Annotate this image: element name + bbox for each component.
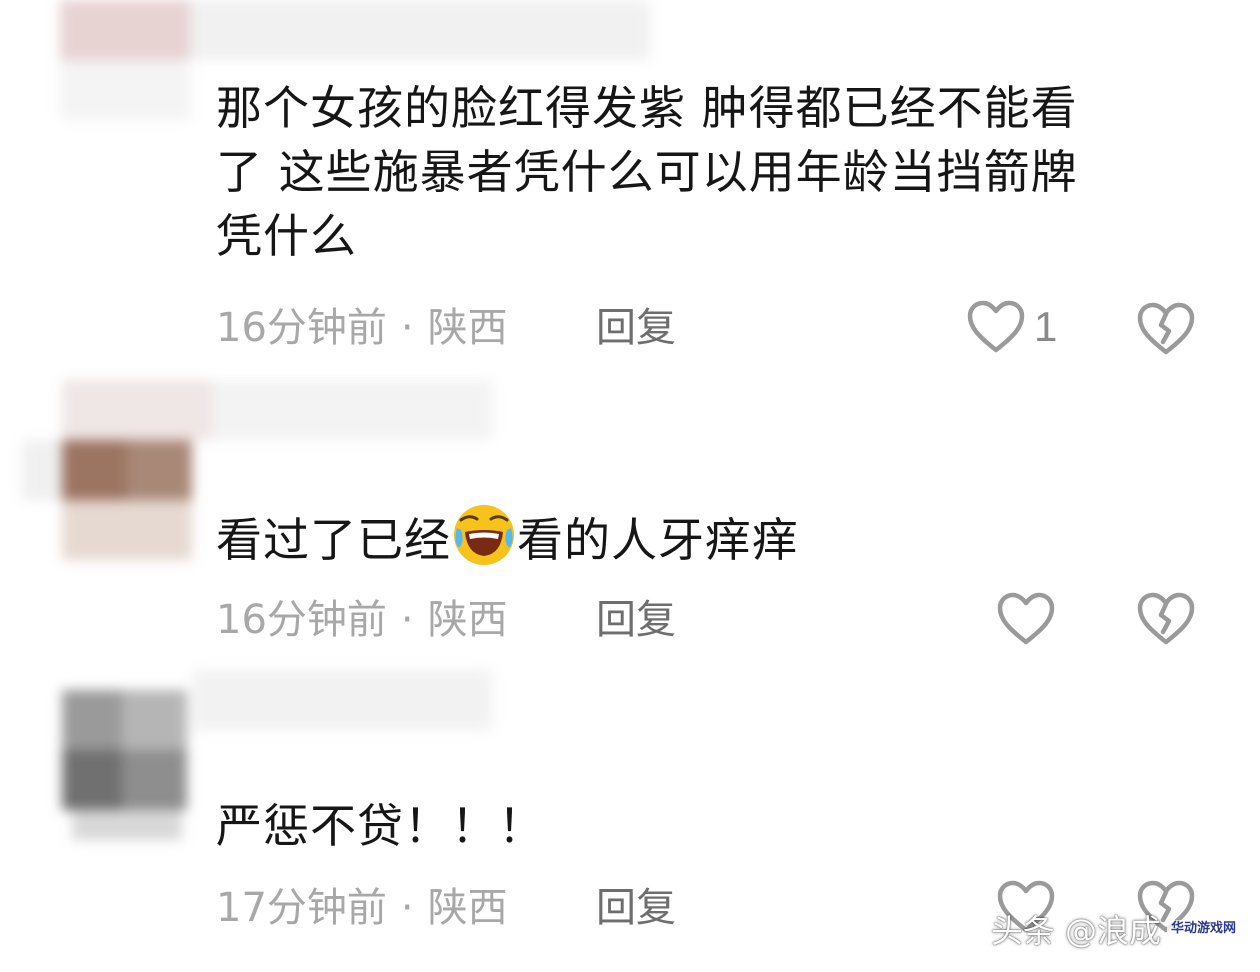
- timestamp: 17分钟前: [216, 885, 387, 931]
- comment-text: 严惩不贷！！！: [216, 799, 545, 853]
- laughing-crying-emoji: [451, 502, 517, 568]
- broken-heart-icon[interactable]: [1136, 592, 1196, 646]
- watermark-text: 头条 @浪成: [990, 912, 1161, 950]
- watermark-badge: 华动游戏网: [1166, 920, 1240, 938]
- like-button[interactable]: 1: [966, 300, 1057, 354]
- heart-icon: [966, 300, 1026, 354]
- location: 陕西: [427, 885, 508, 931]
- comment-meta: 17分钟前 · 陕西: [216, 884, 508, 932]
- separator-dot: ·: [400, 597, 414, 643]
- separator-dot: ·: [400, 885, 414, 931]
- reply-button[interactable]: 回复: [596, 884, 676, 932]
- watermark: 头条 @浪成 华动游戏网: [991, 906, 1240, 952]
- comment-list: 那个女孩的脸红得发紫 肿得都已经不能看 了 这些施暴者凭什么可以用年龄当挡箭牌 …: [0, 0, 1260, 972]
- reply-button[interactable]: 回复: [596, 596, 676, 644]
- broken-heart-icon[interactable]: [1136, 302, 1196, 356]
- timestamp: 16分钟前: [216, 597, 387, 643]
- comment-meta: 16分钟前 · 陕西: [216, 304, 508, 352]
- like-count: 1: [1034, 303, 1058, 350]
- heart-icon[interactable]: [996, 592, 1056, 646]
- comment-text: 那个女孩的脸红得发紫 肿得都已经不能看 了 这些施暴者凭什么可以用年龄当挡箭牌 …: [216, 81, 1078, 263]
- location: 陕西: [427, 305, 508, 351]
- comment-text: 看过了已经 看的人牙痒痒: [216, 502, 799, 572]
- location: 陕西: [427, 597, 508, 643]
- reply-button[interactable]: 回复: [596, 304, 676, 352]
- timestamp: 16分钟前: [216, 305, 387, 351]
- separator-dot: ·: [400, 305, 414, 351]
- comment-meta: 16分钟前 · 陕西: [216, 596, 508, 644]
